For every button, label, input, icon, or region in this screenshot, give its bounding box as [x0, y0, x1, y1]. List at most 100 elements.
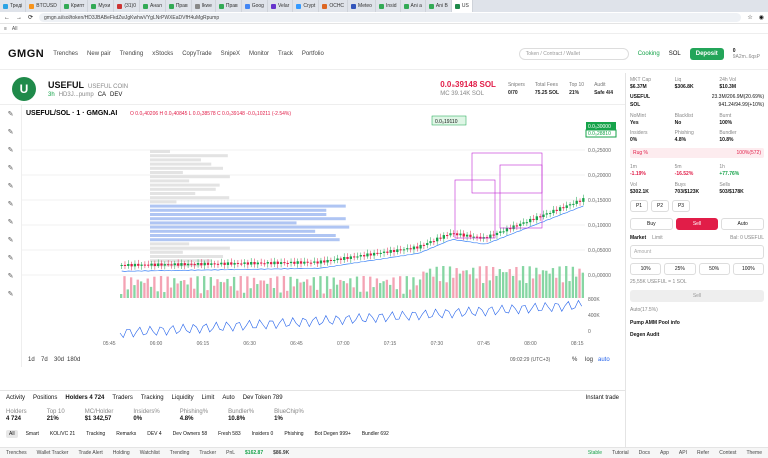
bottom-tab[interactable]: Limit	[202, 395, 215, 401]
bottom-tab[interactable]: Positions	[33, 395, 57, 401]
ruler-icon[interactable]: ✎	[0, 213, 21, 231]
fee-setting[interactable]: Auto(17.5%)	[626, 302, 768, 313]
pool-info-header[interactable]: Pump AMM Pool info	[626, 313, 768, 326]
buy-tab[interactable]: Buy	[630, 218, 673, 230]
nav-link[interactable]: Trending	[120, 51, 143, 57]
holder-filter[interactable]: Dev Owners 58	[170, 430, 210, 438]
status-item[interactable]: Trenches	[6, 450, 27, 456]
search-input[interactable]: Token / Contract / Wallet	[518, 47, 629, 60]
holder-filter[interactable]: Phishing	[281, 430, 306, 438]
percent-button[interactable]: 100%	[732, 263, 764, 275]
browser-tab[interactable]: OCHC	[319, 0, 349, 12]
dev-button[interactable]: DEV	[110, 92, 122, 98]
bottom-tab[interactable]: Holders 4 724	[65, 395, 104, 401]
browser-tab[interactable]: Прав	[166, 0, 192, 12]
status-link[interactable]: Refer	[697, 450, 709, 456]
scale-toggle[interactable]: log	[585, 357, 593, 363]
status-link[interactable]: Contest	[719, 450, 736, 456]
limit-mode[interactable]: Limit	[652, 235, 663, 241]
scale-toggle[interactable]: %	[572, 357, 578, 363]
status-link[interactable]: App	[660, 450, 669, 456]
holder-filter[interactable]: Tracking	[83, 430, 108, 438]
browser-tab[interactable]: Ani B	[426, 0, 452, 12]
status-item[interactable]: PnL	[226, 450, 235, 456]
pattern-icon[interactable]: ✎	[0, 195, 21, 213]
sell-tab[interactable]: Sell	[675, 218, 719, 230]
nav-link[interactable]: SnipeX	[221, 51, 240, 57]
market-mode[interactable]: Market	[630, 235, 646, 241]
holder-filter[interactable]: Smart	[23, 430, 42, 438]
bottom-tab[interactable]: Auto	[222, 395, 234, 401]
holder-filter[interactable]: Remarks	[113, 430, 139, 438]
status-link[interactable]: Tutorial	[612, 450, 629, 456]
browser-tab[interactable]: Крипт	[61, 0, 89, 12]
nav-link[interactable]: Monitor	[249, 51, 269, 57]
browser-tab[interactable]: Goog	[242, 0, 268, 12]
holder-filter[interactable]: KOL/VC 21	[47, 430, 78, 438]
back-arrow-icon[interactable]: ←	[4, 15, 10, 21]
profile-icon[interactable]: ◉	[759, 14, 764, 21]
deposit-button[interactable]: Deposit	[689, 47, 724, 60]
lock-icon[interactable]: ✎	[0, 249, 21, 267]
nav-link[interactable]: CopyTrade	[182, 51, 211, 57]
status-item[interactable]: Watchlist	[140, 450, 160, 456]
status-item[interactable]: Wallet Tracker	[37, 450, 69, 456]
range-button[interactable]: 1d	[28, 357, 35, 363]
range-button[interactable]: 7d	[41, 357, 48, 363]
status-item[interactable]: Trade Alert	[78, 450, 102, 456]
holder-filter[interactable]: Bot Degen 999+	[312, 430, 354, 438]
preset-tab[interactable]: P2	[651, 200, 669, 212]
percent-button[interactable]: 50%	[698, 263, 730, 275]
degen-audit-header[interactable]: Degen Audit	[626, 326, 768, 338]
eye-icon[interactable]: ✎	[0, 267, 21, 285]
holder-filter[interactable]: Bundler 692	[359, 430, 392, 438]
drawing-box[interactable]	[471, 152, 543, 194]
nav-link[interactable]: New pair	[87, 51, 111, 57]
gmgn-logo[interactable]: GMGN	[8, 48, 44, 60]
status-link[interactable]: Theme	[746, 450, 762, 456]
menu-icon[interactable]: ≡	[4, 26, 7, 32]
fib-icon[interactable]: ✎	[0, 141, 21, 159]
period-changes[interactable]: 1m -1.19% 5m -16.52% 1h +77.76%	[626, 158, 768, 177]
browser-tab[interactable]: Ani a	[401, 0, 426, 12]
browser-tab[interactable]: BTCUSD	[26, 0, 61, 12]
cooking-badge[interactable]: Cooking	[638, 51, 660, 57]
status-item[interactable]: Tracker	[199, 450, 216, 456]
instant-trade-toggle[interactable]: Instant trade	[586, 395, 619, 401]
bottom-tab[interactable]: Liquidity	[172, 395, 194, 401]
status-item[interactable]: Holding	[113, 450, 130, 456]
text-icon[interactable]: ✎	[0, 177, 21, 195]
wallet-info[interactable]: 0 9A2m..6qsP	[733, 48, 760, 60]
browser-tab[interactable]: Insid	[376, 0, 401, 12]
range-button[interactable]: 30d	[54, 357, 64, 363]
brush-icon[interactable]: ✎	[0, 159, 21, 177]
percent-button[interactable]: 10%	[630, 263, 662, 275]
candlestick-chart[interactable]: USEFUL/SOL · 1 · GMGN.AI O 0.0₅40206 H 0.…	[0, 105, 625, 367]
holder-filter[interactable]: Insiders 0	[249, 430, 277, 438]
holder-filter[interactable]: DEV 4	[144, 430, 164, 438]
preset-tabs[interactable]: P1 P2 P3	[626, 195, 768, 212]
drawing-box[interactable]	[454, 179, 496, 239]
browser-tab[interactable]: Ikwe	[192, 0, 216, 12]
browser-tab[interactable]: Треді	[0, 0, 27, 12]
nav-link[interactable]: Portfolio	[302, 51, 324, 57]
reload-icon[interactable]: ⟳	[28, 14, 33, 21]
holder-filter[interactable]: Fresh 583	[215, 430, 244, 438]
chain-selector[interactable]: SOL	[669, 51, 681, 57]
trash-icon[interactable]: ✎	[0, 285, 21, 303]
browser-tab[interactable]: Crypt	[293, 0, 320, 12]
browser-tab[interactable]: Прав	[216, 0, 242, 12]
browser-tab[interactable]: Meteo	[348, 0, 376, 12]
holder-filter[interactable]: All	[6, 430, 18, 438]
nav-link[interactable]: Trenches	[53, 51, 78, 57]
token-address[interactable]: HD3J...pump	[59, 92, 94, 98]
trendline-icon[interactable]: ✎	[0, 123, 21, 141]
auto-tab[interactable]: Auto	[721, 218, 765, 230]
bottom-tab[interactable]: Tracking	[141, 395, 164, 401]
forward-arrow-icon[interactable]: →	[16, 15, 22, 21]
scale-toggle[interactable]: auto	[598, 357, 610, 363]
url-field[interactable]: gmgn.ai/sol/token/HD3JBABeFkdZwJgKwhwVYg…	[39, 13, 742, 22]
browser-tab[interactable]: Анал	[140, 0, 166, 12]
bookmark-all[interactable]: All	[12, 26, 18, 32]
crosshair-icon[interactable]: ✎	[0, 105, 21, 123]
